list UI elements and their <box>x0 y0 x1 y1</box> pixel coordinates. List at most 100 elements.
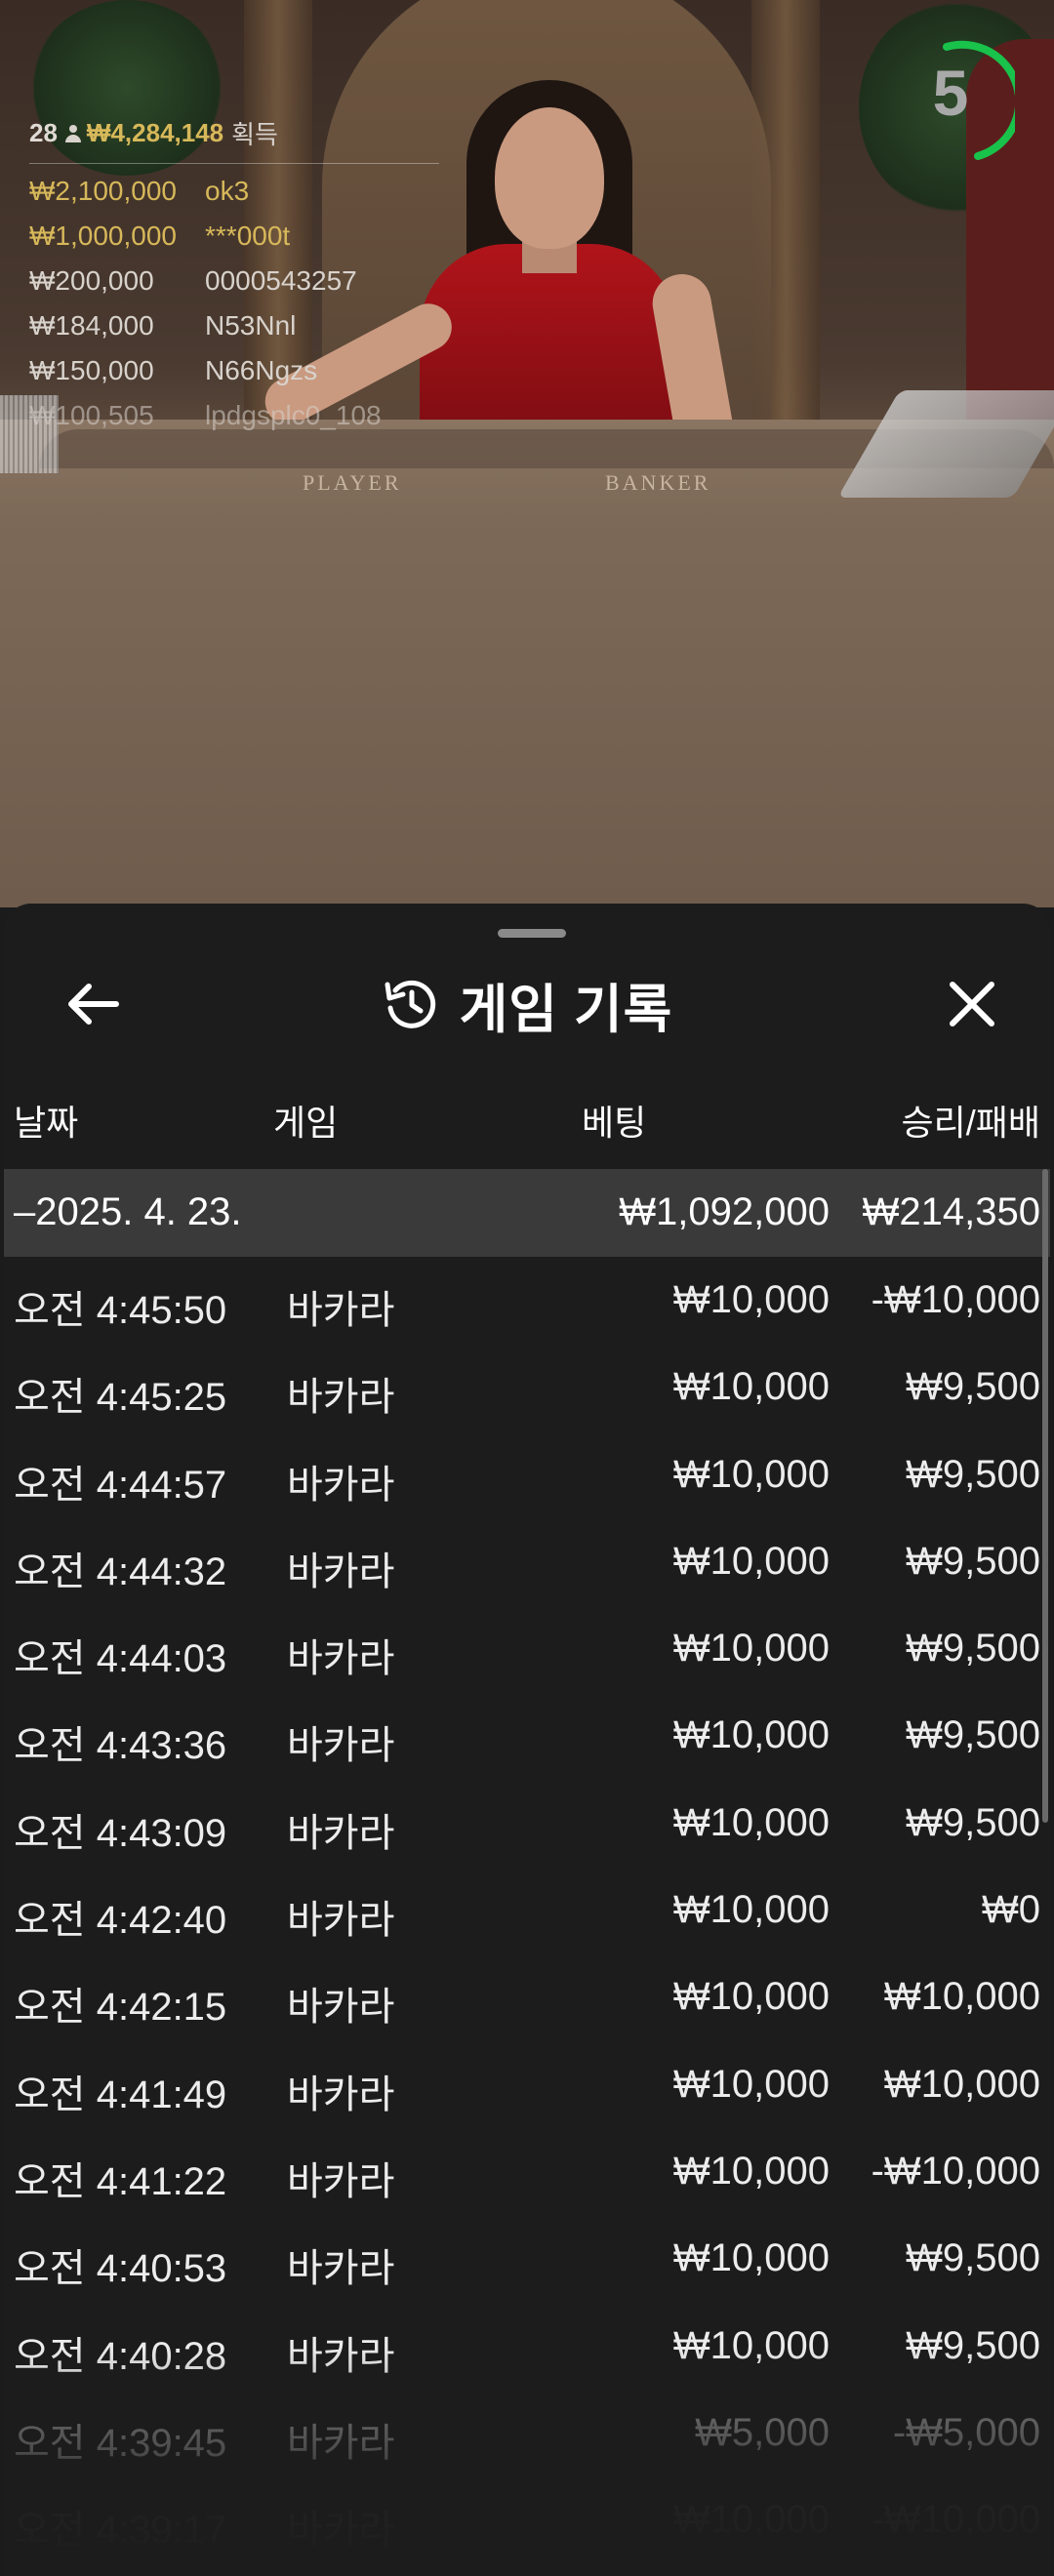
history-row[interactable]: 오전 4:43:09 바카라 ₩10,000 ₩9,500 <box>4 1782 1050 1869</box>
card-shoe <box>837 390 1054 498</box>
history-row[interactable]: 오전 4:44:32 바카라 ₩10,000 ₩9,500 <box>4 1520 1050 1607</box>
row-time: 오전 4:41:49 <box>14 2073 227 2116</box>
column-date: 날짜 <box>14 1103 79 1143</box>
row-time: 오전 4:39:45 <box>14 2421 227 2465</box>
row-result: ₩9,500 <box>906 1365 1040 1409</box>
game-history-panel: 게임 기록 날짜 게임 베팅 승리/패배 –2025. 4. 23. ₩1,09… <box>4 904 1050 2576</box>
row-result: ₩0 <box>982 1888 1040 1932</box>
close-button[interactable] <box>933 970 1011 1038</box>
row-time: 오전 4:45:50 <box>14 1289 227 1332</box>
history-row[interactable]: 오전 4:44:57 바카라 ₩10,000 ₩9,500 <box>4 1433 1050 1520</box>
drag-handle[interactable] <box>498 929 566 938</box>
winner-count: 28 <box>29 118 58 147</box>
row-time: 오전 4:40:28 <box>14 2334 227 2378</box>
row-bet: ₩10,000 <box>672 1800 830 1844</box>
history-row[interactable]: 오전 4:39:45 바카라 ₩5,000 -₩5,000 <box>4 2392 1050 2478</box>
row-result: -₩5,000 <box>892 2410 1040 2454</box>
row-time: 오전 4:39:17 <box>14 2509 227 2553</box>
winner-user: ok3 <box>205 176 250 206</box>
close-icon <box>950 982 994 1026</box>
row-time: 오전 4:43:36 <box>14 1724 227 1768</box>
row-result: ₩9,500 <box>906 2236 1040 2280</box>
row-bet: ₩10,000 <box>672 1627 830 1670</box>
person-icon <box>64 124 81 142</box>
dealer-face <box>495 107 604 249</box>
row-result: ₩10,000 <box>883 2062 1040 2106</box>
winner-amount: ₩150,000 <box>29 355 154 385</box>
winner-row: ₩184,000 N53Nnl <box>29 308 439 343</box>
row-result: ₩9,500 <box>906 1800 1040 1844</box>
column-game: 게임 <box>273 1103 339 1143</box>
winner-row: ₩1,000,000 ***000t <box>29 219 439 254</box>
row-time: 오전 4:41:22 <box>14 2159 227 2203</box>
date-group-label: –2025. 4. 23. <box>14 1190 242 1233</box>
row-time: 오전 4:42:40 <box>14 1899 227 1943</box>
row-bet: ₩10,000 <box>672 2498 830 2542</box>
row-game: 바카라 <box>287 2509 395 2553</box>
history-row[interactable]: 오전 4:42:15 바카라 ₩10,000 ₩10,000 <box>4 1955 1050 2042</box>
winner-user: lpdgsplc0_108 <box>205 400 382 430</box>
history-row[interactable]: 오전 4:45:50 바카라 ₩10,000 -₩10,000 <box>4 1259 1050 1346</box>
date-group-header[interactable]: –2025. 4. 23. ₩1,092,000 ₩214,350 <box>4 1169 1050 1257</box>
date-group-result-total: ₩214,350 <box>862 1190 1040 1233</box>
dealer-body <box>420 244 678 439</box>
row-time: 오전 4:43:09 <box>14 1811 227 1855</box>
panel-header: 게임 기록 <box>4 970 1050 1039</box>
history-row[interactable]: 오전 4:41:22 바카라 ₩10,000 -₩10,000 <box>4 2130 1050 2217</box>
row-game: 바카라 <box>287 1899 395 1943</box>
winner-user: N53Nnl <box>205 310 297 341</box>
winners-overlay: 28 ₩4,284,148 획득 ₩2,100,000 ok3 ₩1,000,0… <box>29 115 439 433</box>
row-result: ₩9,500 <box>906 1713 1040 1757</box>
countdown-timer: 5 <box>908 39 1015 160</box>
row-result: ₩9,500 <box>906 1452 1040 1496</box>
history-row[interactable]: 오전 4:41:49 바카라 ₩10,000 ₩10,000 <box>4 2043 1050 2130</box>
winner-user: 0000543257 <box>205 265 357 296</box>
history-row[interactable]: 오전 4:43:36 바카라 ₩10,000 ₩9,500 <box>4 1694 1050 1781</box>
row-result: -₩10,000 <box>871 2149 1040 2193</box>
panel-title: 게임 기록 <box>459 980 673 1039</box>
winner-user: ***000t <box>205 221 291 251</box>
row-game: 바카라 <box>287 2421 395 2465</box>
row-game: 바카라 <box>287 1550 395 1593</box>
date-group-bet-total: ₩1,092,000 <box>619 1190 830 1233</box>
row-time: 오전 4:40:53 <box>14 2247 227 2291</box>
history-row[interactable]: 오전 4:40:53 바카라 ₩10,000 ₩9,500 <box>4 2217 1050 2304</box>
winners-total-suffix: 획득 <box>231 120 278 149</box>
row-result: ₩9,500 <box>906 1627 1040 1670</box>
winner-row: ₩2,100,000 ok3 <box>29 174 439 209</box>
table-label-player: PLAYER <box>303 470 402 495</box>
row-result: ₩10,000 <box>883 1975 1040 2019</box>
table-label-banker: BANKER <box>605 470 711 495</box>
row-result: -₩10,000 <box>871 2498 1040 2542</box>
row-bet: ₩10,000 <box>672 2323 830 2367</box>
winner-row: ₩100,505 lpdgsplc0_108 <box>29 398 439 433</box>
history-row[interactable]: 오전 4:40:28 바카라 ₩10,000 ₩9,500 <box>4 2305 1050 2392</box>
history-row[interactable]: 오전 4:44:03 바카라 ₩10,000 ₩9,500 <box>4 1607 1050 1694</box>
column-result: 승리/패배 <box>901 1103 1040 1143</box>
row-game: 바카라 <box>287 1637 395 1681</box>
row-bet: ₩10,000 <box>672 1975 830 2019</box>
history-row[interactable]: 오전 4:45:25 바카라 ₩10,000 ₩9,500 <box>4 1346 1050 1432</box>
history-icon <box>385 980 435 1028</box>
row-game: 바카라 <box>287 1463 395 1507</box>
live-video-feed: PLAYER BANKER 28 ₩4,284,148 획득 ₩2,100,00… <box>0 0 1054 907</box>
row-bet: ₩10,000 <box>672 1278 830 1321</box>
winners-summary: 28 ₩4,284,148 획득 <box>29 115 439 164</box>
row-bet: ₩10,000 <box>672 1452 830 1496</box>
history-row[interactable]: 오전 4:39:17 바카라 ₩10,000 -₩10,000 <box>4 2478 1050 2565</box>
row-game: 바카라 <box>287 1376 395 1420</box>
scrollbar[interactable] <box>1042 1169 1048 1823</box>
row-bet: ₩10,000 <box>672 1713 830 1757</box>
row-bet: ₩10,000 <box>672 1888 830 1932</box>
row-bet: ₩10,000 <box>672 2236 830 2280</box>
row-game: 바카라 <box>287 1811 395 1855</box>
winner-row: ₩150,000 N66Ngzs <box>29 353 439 388</box>
row-bet: ₩10,000 <box>672 1539 830 1583</box>
row-game: 바카라 <box>287 1986 395 2030</box>
winner-user: N66Ngzs <box>205 355 318 385</box>
history-list: 오전 4:45:50 바카라 ₩10,000 -₩10,000 오전 4:45:… <box>4 1259 1050 2565</box>
row-game: 바카라 <box>287 1724 395 1768</box>
winners-total: ₩4,284,148 <box>86 118 224 147</box>
winner-row: ₩200,000 0000543257 <box>29 263 439 299</box>
history-row[interactable]: 오전 4:42:40 바카라 ₩10,000 ₩0 <box>4 1869 1050 1955</box>
